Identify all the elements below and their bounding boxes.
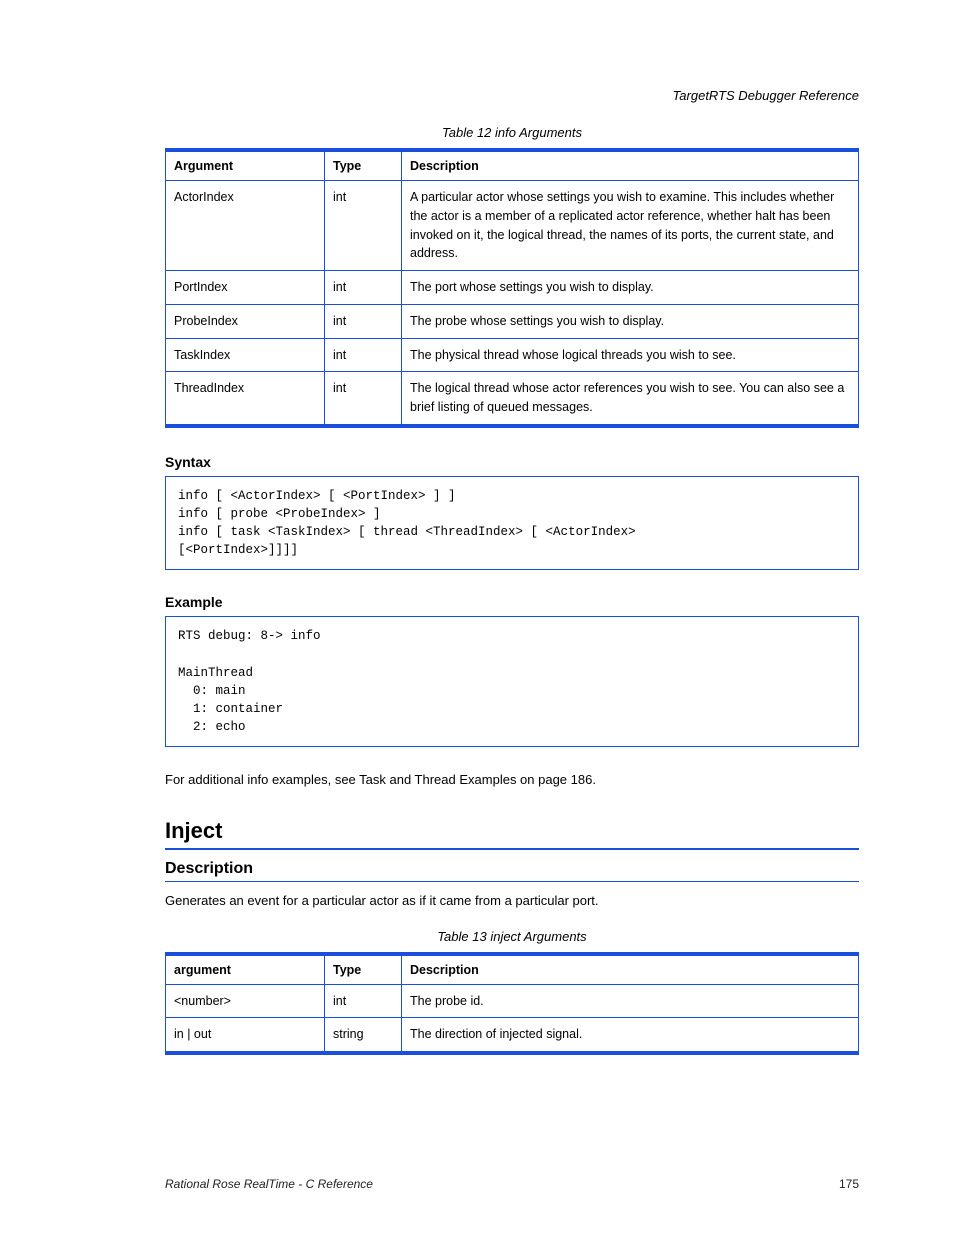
cell: string — [325, 1018, 402, 1053]
cell: PortIndex — [166, 271, 325, 305]
table-row: ActorIndex int A particular actor whose … — [166, 181, 859, 271]
table2-header-type: Type — [325, 954, 402, 985]
example-code: RTS debug: 8-> info MainThread 0: main 1… — [165, 616, 859, 747]
cell: The physical thread whose logical thread… — [402, 338, 859, 372]
cell: ProbeIndex — [166, 304, 325, 338]
cell: The direction of injected signal. — [402, 1018, 859, 1053]
table-row: TaskIndex int The physical thread whose … — [166, 338, 859, 372]
inject-description: Generates an event for a particular acto… — [165, 892, 859, 911]
cell: int — [325, 304, 402, 338]
cell: int — [325, 372, 402, 426]
table-row: ProbeIndex int The probe whose settings … — [166, 304, 859, 338]
table2: argument Type Description <number> int T… — [165, 952, 859, 1056]
cell: The probe id. — [402, 984, 859, 1018]
heading-inject: Inject — [165, 818, 859, 850]
table1-header-argument: Argument — [166, 150, 325, 181]
cell: int — [325, 338, 402, 372]
cell: <number> — [166, 984, 325, 1018]
cell: The port whose settings you wish to disp… — [402, 271, 859, 305]
table2-header-argument: argument — [166, 954, 325, 985]
cell: int — [325, 181, 402, 271]
syntax-heading: Syntax — [165, 454, 859, 470]
cell: in | out — [166, 1018, 325, 1053]
table2-header-description: Description — [402, 954, 859, 985]
table-row: ThreadIndex int The logical thread whose… — [166, 372, 859, 426]
cell: ThreadIndex — [166, 372, 325, 426]
table1-header-description: Description — [402, 150, 859, 181]
footer-page-number: 175 — [839, 1177, 859, 1191]
cell: TaskIndex — [166, 338, 325, 372]
footer-left: Rational Rose RealTime - C Reference — [165, 1177, 373, 1191]
table1-header-type: Type — [325, 150, 402, 181]
table-row: in | out string The direction of injecte… — [166, 1018, 859, 1053]
table2-caption: Table 13 inject Arguments — [165, 929, 859, 944]
page-footer: Rational Rose RealTime - C Reference 175 — [0, 1177, 954, 1191]
cell: The logical thread whose actor reference… — [402, 372, 859, 426]
table-row: PortIndex int The port whose settings yo… — [166, 271, 859, 305]
syntax-code: info [ <ActorIndex> [ <PortIndex> ] ] in… — [165, 476, 859, 571]
table-row: <number> int The probe id. — [166, 984, 859, 1018]
example-note: For additional info examples, see Task a… — [165, 771, 859, 790]
cell: ActorIndex — [166, 181, 325, 271]
cell: int — [325, 984, 402, 1018]
heading-description: Description — [165, 860, 859, 882]
section-header-label: TargetRTS Debugger Reference — [165, 88, 859, 103]
cell: int — [325, 271, 402, 305]
example-heading: Example — [165, 594, 859, 610]
table1: Argument Type Description ActorIndex int… — [165, 148, 859, 428]
cell: The probe whose settings you wish to dis… — [402, 304, 859, 338]
cell: A particular actor whose settings you wi… — [402, 181, 859, 271]
table1-caption: Table 12 info Arguments — [165, 125, 859, 140]
